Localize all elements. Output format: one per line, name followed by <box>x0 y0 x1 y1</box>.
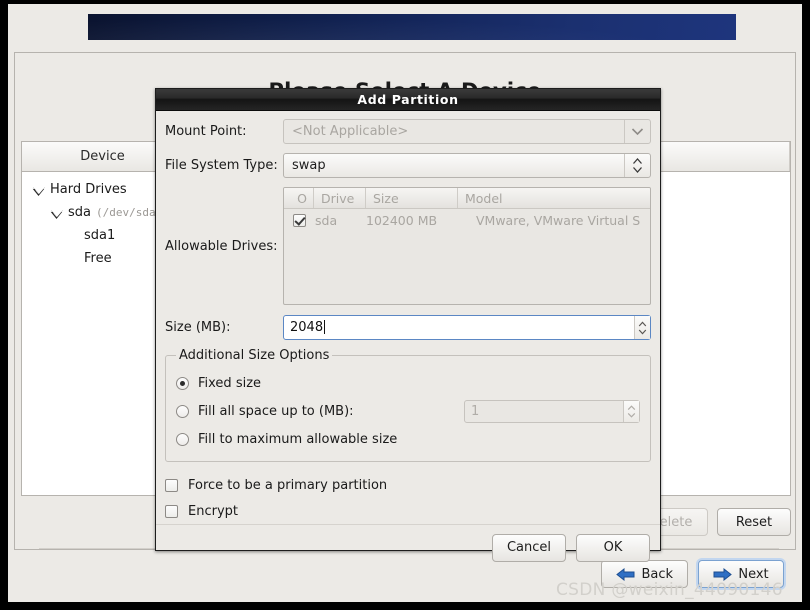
radio-fixed-size-label: Fixed size <box>198 376 261 391</box>
file-system-type-label: File System Type: <box>165 158 283 173</box>
file-system-type-value: swap <box>284 158 624 173</box>
header-banner <box>88 14 736 40</box>
force-primary-partition-checkbox[interactable] <box>165 479 178 492</box>
allowable-drives-row: Allowable Drives: O Drive Size Model sda… <box>165 187 651 305</box>
encrypt-label: Encrypt <box>188 504 238 519</box>
mount-point-row: Mount Point: <Not Applicable> <box>165 119 651 144</box>
dialog-title-bar: Add Partition <box>156 89 660 111</box>
dialog-footer: Cancel OK <box>156 524 660 570</box>
tree-item-label: sda <box>68 205 91 220</box>
table-row[interactable]: sda 102400 MB VMware, VMware Virtual S <box>284 209 650 231</box>
encrypt-row[interactable]: Encrypt <box>165 498 651 524</box>
size-input-value: 2048 <box>290 320 323 335</box>
spinner-updown-icon[interactable] <box>624 154 650 177</box>
additional-size-options-group: Additional Size Options Fixed size Fill … <box>165 348 651 462</box>
force-primary-partition-label: Force to be a primary partition <box>188 478 387 493</box>
file-system-type-row: File System Type: swap <box>165 153 651 178</box>
radio-fill-maximum-button[interactable] <box>176 433 189 446</box>
reset-button[interactable]: Reset <box>717 508 791 536</box>
size-label: Size (MB): <box>165 320 283 335</box>
drive-model-cell: VMware, VMware Virtual S <box>476 213 650 228</box>
tree-item-label: Free <box>84 251 112 266</box>
fill-all-space-spinner-icon[interactable] <box>623 401 639 422</box>
size-spinner-icon[interactable] <box>634 316 650 339</box>
allowable-drives-label: Allowable Drives: <box>165 187 283 305</box>
size-input[interactable]: 2048 <box>283 315 651 340</box>
radio-fill-maximum-label: Fill to maximum allowable size <box>198 432 397 447</box>
file-system-type-combo[interactable]: swap <box>283 153 651 178</box>
drive-size-cell: 102400 MB <box>366 213 476 228</box>
tree-item-label: Hard Drives <box>50 182 127 197</box>
drive-row-checkbox-cell[interactable] <box>284 214 314 227</box>
column-header-drive: Drive <box>314 188 366 208</box>
radio-fill-all-space[interactable]: Fill all space up to (MB): 1 <box>176 397 640 425</box>
column-header-o: O <box>284 188 314 208</box>
radio-fill-all-space-label: Fill all space up to (MB): <box>198 404 354 419</box>
additional-size-options-legend: Additional Size Options <box>176 348 332 363</box>
fill-all-space-value: 1 <box>465 404 623 419</box>
radio-fixed-size-button[interactable] <box>176 377 189 390</box>
dialog-body: Mount Point: <Not Applicable> File Syste… <box>156 111 660 524</box>
column-header-size: Size <box>366 188 458 208</box>
banner-sheen <box>88 14 736 40</box>
arrow-right-icon <box>713 568 732 581</box>
cancel-button[interactable]: Cancel <box>492 534 566 562</box>
add-partition-dialog: Add Partition Mount Point: <Not Applicab… <box>155 88 661 551</box>
expander-triangle-icon[interactable] <box>32 183 45 196</box>
force-primary-partition-row[interactable]: Force to be a primary partition <box>165 472 651 498</box>
watermark: CSDN @weixin_44090146 <box>556 580 783 600</box>
size-row: Size (MB): 2048 <box>165 315 651 340</box>
drive-name-cell: sda <box>314 213 366 228</box>
column-header-model: Model <box>458 188 650 208</box>
radio-fill-all-space-button[interactable] <box>176 405 189 418</box>
mount-point-value: <Not Applicable> <box>284 124 624 139</box>
chevron-down-icon[interactable] <box>624 120 650 143</box>
drive-checkbox[interactable] <box>293 214 306 227</box>
text-caret <box>324 320 325 334</box>
drives-table-header: O Drive Size Model <box>284 188 650 209</box>
fill-all-space-input[interactable]: 1 <box>464 400 640 423</box>
tree-item-label: sda1 <box>84 228 115 243</box>
tree-item-device-path: (/dev/sda) <box>96 206 162 219</box>
screen: Please Select A Device Device Hard Drive… <box>0 0 810 610</box>
mount-point-label: Mount Point: <box>165 124 283 139</box>
expander-triangle-icon[interactable] <box>50 206 63 219</box>
radio-fill-maximum[interactable]: Fill to maximum allowable size <box>176 425 640 453</box>
encrypt-checkbox[interactable] <box>165 505 178 518</box>
allowable-drives-table[interactable]: O Drive Size Model sda 102400 MB VMware,… <box>283 187 651 305</box>
ok-button[interactable]: OK <box>576 534 650 562</box>
mount-point-combo[interactable]: <Not Applicable> <box>283 119 651 144</box>
radio-fixed-size[interactable]: Fixed size <box>176 369 640 397</box>
size-input-value-wrap: 2048 <box>284 320 634 335</box>
